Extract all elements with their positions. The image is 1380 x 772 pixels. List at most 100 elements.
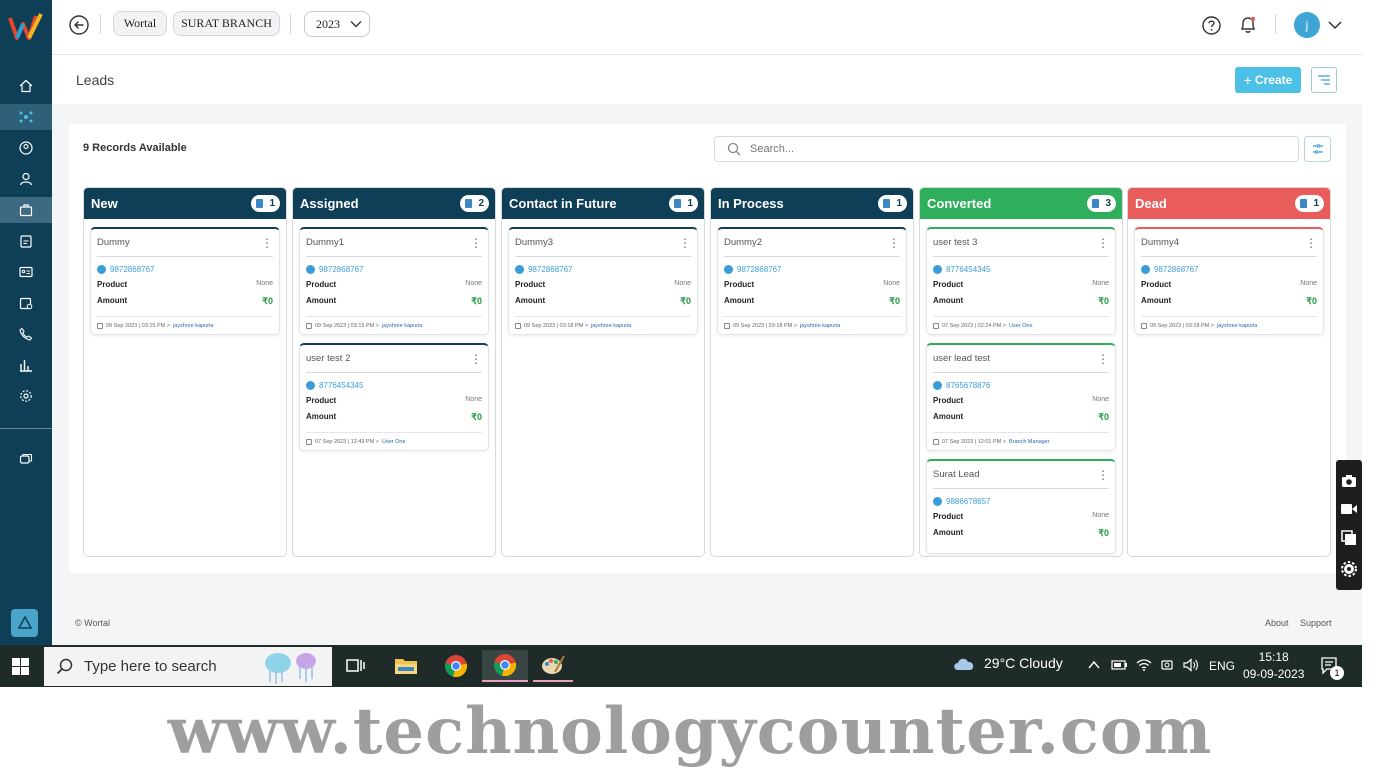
task-view-button[interactable] (336, 650, 376, 682)
amount-row: Amount ₹0 (1141, 296, 1317, 307)
bell-icon[interactable] (1239, 15, 1257, 35)
lead-card[interactable]: Dummy ⋮ 9872868767 Product None Amount ₹0 09 Se… (90, 227, 280, 335)
lead-phone[interactable]: 9872868767 (724, 263, 900, 275)
lead-card[interactable]: Surat Lead ⋮ 9886678657 Product None Amount ₹0 (926, 459, 1116, 554)
lead-card[interactable]: user test 3 ⋮ 8776454345 Product None Amount ₹… (926, 227, 1116, 335)
kebab-menu-icon[interactable]: ⋮ (470, 236, 482, 250)
chrome-button[interactable] (436, 650, 476, 682)
list-view-button[interactable] (1311, 67, 1337, 93)
lead-phone[interactable]: 9872868767 (515, 263, 691, 275)
lead-phone[interactable]: 9872868767 (1141, 263, 1317, 275)
lead-name[interactable]: Dummy (97, 237, 130, 248)
kebab-menu-icon[interactable]: ⋮ (470, 352, 482, 366)
branch-button[interactable]: SURAT BRANCH (173, 11, 280, 36)
page-header: Leads + Create (52, 56, 1362, 104)
sidebar-item-deals[interactable] (0, 197, 52, 223)
lead-name[interactable]: Dummy3 (515, 237, 553, 248)
org-button[interactable]: Wortal (113, 11, 167, 36)
lead-phone[interactable]: 8776454345 (306, 379, 482, 391)
windows-icon[interactable] (1341, 529, 1357, 546)
lead-phone[interactable]: 9886678657 (933, 495, 1109, 507)
search-input[interactable] (750, 143, 1230, 155)
gear-icon[interactable] (1341, 560, 1357, 577)
lead-phone[interactable]: 8776454345 (933, 263, 1109, 275)
lead-name[interactable]: Dummy1 (306, 237, 344, 248)
chevron-down-icon[interactable] (1328, 20, 1342, 30)
sidebar-item-cards[interactable] (0, 259, 52, 285)
lead-phone[interactable]: 8765678876 (933, 379, 1109, 391)
sidebar-item-settings[interactable] (0, 383, 52, 409)
lead-name[interactable]: Surat Lead (933, 469, 979, 480)
chevron-up-icon[interactable] (1088, 660, 1100, 670)
lead-card[interactable]: user lead test ⋮ 8765678876 Product None Amou… (926, 343, 1116, 451)
lead-owner[interactable]: jayshree kapuria (382, 323, 422, 329)
lead-name[interactable]: Dummy4 (1141, 237, 1179, 248)
lead-name[interactable]: user test 2 (306, 353, 350, 364)
sidebar-item-reports[interactable] (0, 352, 52, 378)
sidebar-item-contacts[interactable] (0, 135, 52, 161)
column-count: 1 (896, 198, 902, 209)
sidebar-item-chat[interactable] (0, 447, 52, 473)
plus-icon: + (1243, 72, 1252, 88)
sidebar-app-button[interactable] (11, 609, 38, 637)
question-circle-icon[interactable] (1202, 16, 1221, 35)
about-link[interactable]: About (1265, 618, 1289, 628)
year-select[interactable]: 2023 (304, 11, 370, 37)
kebab-menu-icon[interactable]: ⋮ (1305, 236, 1317, 250)
lead-name[interactable]: Dummy2 (724, 237, 762, 248)
kebab-menu-icon[interactable]: ⋮ (261, 236, 273, 250)
kebab-menu-icon[interactable]: ⋮ (1097, 468, 1109, 482)
sidebar-item-customers[interactable] (0, 166, 52, 192)
scrollbar[interactable] (1362, 0, 1380, 645)
taskbar-search[interactable]: Type here to search (44, 647, 332, 686)
speaker-icon[interactable] (1183, 658, 1199, 672)
lead-owner[interactable]: jayshree kapuria (591, 323, 631, 329)
weather-widget[interactable]: 29°C Cloudy (952, 655, 1063, 671)
lead-owner[interactable]: jayshree kapuria (1217, 323, 1257, 329)
lead-owner[interactable]: User One (382, 439, 406, 445)
lead-card[interactable]: Dummy4 ⋮ 9872868767 Product None Amount ₹0 09 S… (1134, 227, 1324, 335)
support-link[interactable]: Support (1300, 618, 1332, 628)
lead-phone[interactable]: 9872868767 (97, 263, 273, 275)
sidebar-item-calls[interactable] (0, 321, 52, 347)
calendar-icon (97, 322, 103, 329)
file-explorer-button[interactable] (386, 650, 426, 682)
kebab-menu-icon[interactable]: ⋮ (1097, 236, 1109, 250)
sidebar-item-tasks[interactable] (0, 228, 52, 254)
lead-owner[interactable]: jayshree kapuria (173, 323, 213, 329)
lead-card[interactable]: user test 2 ⋮ 8776454345 Product None Amount ₹… (299, 343, 489, 451)
wortal-logo[interactable] (8, 10, 44, 44)
camera-icon[interactable] (1341, 474, 1357, 488)
filter-button[interactable] (1304, 136, 1331, 162)
language-indicator[interactable]: ENG (1209, 659, 1235, 673)
chrome-profile-button[interactable] (482, 650, 528, 682)
sidebar-item-leads[interactable] (0, 104, 52, 130)
avatar[interactable]: j (1294, 12, 1320, 38)
kebab-menu-icon[interactable]: ⋮ (1097, 352, 1109, 366)
paint-button[interactable] (533, 650, 573, 682)
lead-card[interactable]: Dummy2 ⋮ 9872868767 Product None Amount ₹0 09 S… (717, 227, 907, 335)
phone-number: 9872868767 (528, 264, 573, 274)
arrow-left-circle-icon[interactable] (69, 15, 89, 35)
search-box[interactable] (714, 136, 1299, 162)
sidebar-item-home[interactable] (0, 73, 52, 99)
camera-icon[interactable] (1160, 658, 1174, 672)
lead-owner[interactable]: jayshree kapuria (800, 323, 840, 329)
battery-icon[interactable] (1110, 659, 1128, 671)
kebab-menu-icon[interactable]: ⋮ (679, 236, 691, 250)
sidebar-item-calendar[interactable] (0, 290, 52, 316)
lead-phone[interactable]: 9872868767 (306, 263, 482, 275)
windows-start-icon[interactable] (12, 658, 29, 675)
kebab-menu-icon[interactable]: ⋮ (888, 236, 900, 250)
lead-name[interactable]: user lead test (933, 353, 990, 364)
lead-card[interactable]: Dummy3 ⋮ 9872868767 Product None Amount ₹0 09 S… (508, 227, 698, 335)
lead-owner[interactable]: Branch Manager (1009, 439, 1050, 445)
lead-card[interactable]: Dummy1 ⋮ 9872868767 Product None Amount ₹0 09 S… (299, 227, 489, 335)
wifi-icon[interactable] (1136, 658, 1152, 672)
lead-name[interactable]: user test 3 (933, 237, 977, 248)
lead-owner[interactable]: User One (1009, 323, 1033, 329)
clock[interactable]: 15:18 09-09-2023 (1243, 649, 1304, 683)
video-icon[interactable] (1340, 503, 1358, 515)
create-button[interactable]: + Create (1235, 67, 1301, 93)
amount-label: Amount (515, 296, 546, 305)
